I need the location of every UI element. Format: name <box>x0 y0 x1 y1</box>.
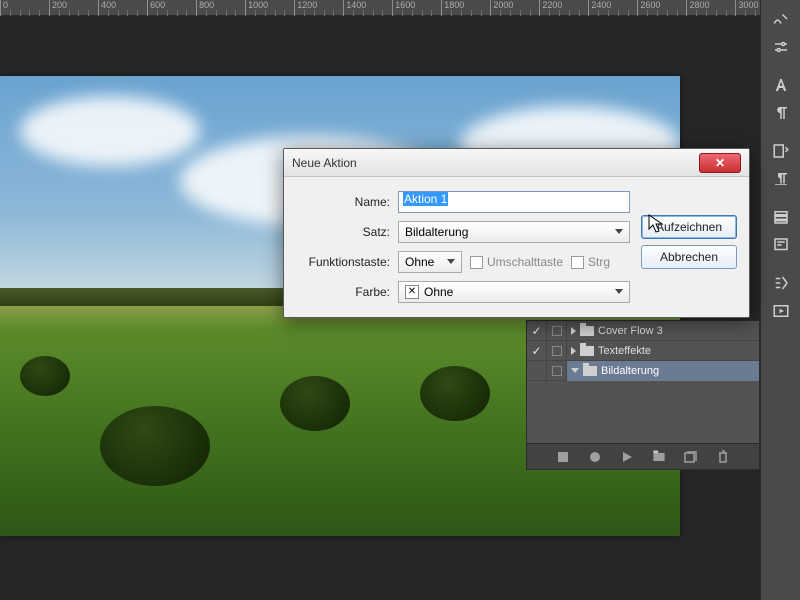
begin-recording-icon[interactable] <box>587 449 603 465</box>
ruler-tick: 0 <box>0 0 8 16</box>
photo-bush <box>420 366 490 421</box>
folder-icon <box>580 346 594 356</box>
toggle-dialog-cell[interactable] <box>547 341 567 361</box>
paragraph-panel-icon[interactable] <box>767 100 795 126</box>
horizontal-ruler: 0200400600800100012001400160018002000220… <box>0 0 760 16</box>
cancel-button[interactable]: Abbrechen <box>641 245 737 269</box>
action-set-select[interactable]: Bildalterung <box>398 221 630 243</box>
dialog-close-button[interactable]: ✕ <box>699 153 741 173</box>
paragraph-styles-icon[interactable] <box>767 166 795 192</box>
record-button[interactable]: Aufzeichnen <box>641 215 737 239</box>
brush-presets-icon[interactable] <box>767 6 795 32</box>
shift-checkbox[interactable]: Umschalttaste <box>470 255 563 269</box>
folder-icon <box>583 366 597 376</box>
toggle-dialog-cell[interactable] <box>547 361 567 381</box>
delete-icon[interactable] <box>715 449 731 465</box>
stop-recording-icon[interactable] <box>555 449 571 465</box>
actions-panel: ✓ Cover Flow 3 ✓ Texteffekte Bildalterung <box>526 320 760 470</box>
character-styles-icon[interactable] <box>767 138 795 164</box>
set-label: Satz: <box>296 225 390 239</box>
action-set-label: Texteffekte <box>598 345 651 357</box>
dialog-title: Neue Aktion <box>292 156 699 170</box>
dialog-toggle-icon <box>552 346 562 356</box>
toggle-check-cell[interactable]: ✓ <box>527 321 547 341</box>
new-set-icon[interactable] <box>651 449 667 465</box>
new-action-icon[interactable] <box>683 449 699 465</box>
action-set-label: Cover Flow 3 <box>598 325 663 337</box>
chevron-right-icon[interactable] <box>571 347 576 355</box>
actions-list: ✓ Cover Flow 3 ✓ Texteffekte Bildalterung <box>527 321 759 443</box>
dialog-toggle-icon <box>552 366 562 376</box>
play-selection-icon[interactable] <box>619 449 635 465</box>
name-label: Name: <box>296 195 390 209</box>
character-panel-icon[interactable] <box>767 72 795 98</box>
dialog-toggle-icon <box>552 326 562 336</box>
ctrl-checkbox[interactable]: Strg <box>571 255 610 269</box>
dialog-titlebar[interactable]: Neue Aktion ✕ <box>284 149 749 177</box>
check-icon: ✓ <box>531 324 541 338</box>
chevron-down-icon <box>615 289 623 294</box>
actions-panel-footer <box>527 443 759 469</box>
chevron-right-icon[interactable] <box>571 327 576 335</box>
photo-cloud <box>20 96 200 166</box>
check-icon: ✓ <box>531 344 541 358</box>
folder-icon <box>580 326 594 336</box>
right-toolbar <box>760 0 800 600</box>
chevron-down-icon <box>615 229 623 234</box>
actions-panel-icon[interactable] <box>767 270 795 296</box>
toggle-check-cell[interactable]: ✓ <box>527 341 547 361</box>
adjustments-icon[interactable] <box>767 34 795 60</box>
new-action-dialog: Neue Aktion ✕ Name: Aktion 1 Satz: Bilda… <box>283 148 750 318</box>
function-key-label: Funktionstaste: <box>296 255 390 269</box>
toggle-dialog-cell[interactable] <box>547 321 567 341</box>
action-set-row[interactable]: ✓ Texteffekte <box>527 341 759 361</box>
notes-icon[interactable] <box>767 232 795 258</box>
action-set-label: Bildalterung <box>601 365 659 377</box>
photo-bush <box>280 376 350 431</box>
action-set-row[interactable]: ✓ Cover Flow 3 <box>527 321 759 341</box>
chevron-down-icon <box>447 259 455 264</box>
action-color-select[interactable]: ✕Ohne <box>398 281 630 303</box>
function-key-select[interactable]: Ohne <box>398 251 462 273</box>
color-label: Farbe: <box>296 285 390 299</box>
action-set-row[interactable]: Bildalterung <box>527 361 759 381</box>
action-name-input[interactable]: Aktion 1 <box>398 191 630 213</box>
photo-bush <box>20 356 70 396</box>
play-icon[interactable] <box>767 298 795 324</box>
photo-bush <box>100 406 210 486</box>
layer-comps-icon[interactable] <box>767 204 795 230</box>
toggle-check-cell[interactable] <box>527 361 547 381</box>
chevron-down-icon[interactable] <box>571 368 579 373</box>
